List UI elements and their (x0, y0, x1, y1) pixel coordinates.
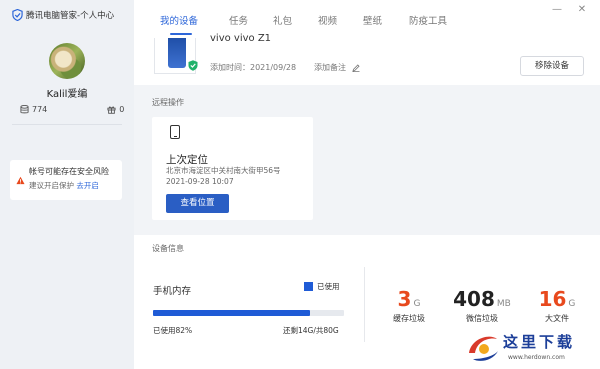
close-button[interactable]: ✕ (577, 5, 587, 15)
wechat-junk-value: 408 (453, 287, 495, 311)
tab-tasks[interactable]: 任务 (229, 13, 248, 27)
memory-progress-bar (153, 310, 344, 316)
panel-divider (364, 267, 365, 342)
memory-progress-fill (153, 310, 310, 316)
gift-stat[interactable]: 0 (107, 105, 124, 114)
phone-image (168, 38, 186, 68)
app-brand: 腾讯电脑管家-个人中心 (12, 9, 114, 21)
storage-stat[interactable]: 774 (20, 105, 47, 114)
legend-label: 已使用 (317, 282, 340, 291)
cache-junk-unit: G (413, 299, 421, 309)
tab-my-devices[interactable]: 我的设备 (160, 13, 198, 27)
storage-count: 774 (32, 105, 48, 114)
locate-time: 2021-09-28 10:07 (166, 177, 234, 186)
remote-location-card: 上次定位 北京市海淀区中关村南大街甲56号 2021-09-28 10:07 查… (152, 117, 313, 220)
wechat-junk-label: 微信垃圾 (466, 314, 498, 323)
risk-advice: 建议开启保护 (29, 181, 74, 190)
username: Kalil爱编 (46, 89, 88, 100)
risk-subtitle: 建议开启保护 去开启 (29, 180, 109, 191)
avatar[interactable] (49, 43, 85, 79)
top-nav: 我的设备 任务 礼包 视频 壁纸 防疫工具 — ✕ (134, 0, 600, 38)
edit-pencil-icon (352, 63, 360, 72)
gift-count: 0 (119, 105, 125, 114)
risk-title: 帐号可能存在安全风险 (29, 167, 109, 176)
security-risk-card: 帐号可能存在安全风险 建议开启保护 去开启 (10, 160, 122, 200)
memory-title: 手机内存 (153, 286, 192, 297)
minimize-button[interactable]: — (552, 5, 562, 15)
watermark-text: 这里下载 (503, 333, 576, 351)
cache-junk-value: 3 (397, 287, 412, 311)
app-title: 腾讯电脑管家-个人中心 (26, 11, 115, 21)
add-note-label: 添加备注 (314, 63, 346, 72)
active-tab-indicator (170, 33, 192, 35)
profile-stats: 774 0 (20, 105, 124, 114)
watermark-logo-icon (469, 336, 498, 361)
remote-section-label: 远程操作 (152, 98, 184, 107)
large-files-value: 16 (538, 287, 567, 311)
warning-icon (16, 176, 25, 185)
enable-protection-link[interactable]: 去开启 (76, 181, 99, 190)
cache-junk-label: 缓存垃圾 (393, 314, 425, 323)
add-note-button[interactable]: 添加备注 (314, 62, 360, 73)
device-card: vivo vivo Z1 添加时间：2021/09/28 添加备注 移除设备 (134, 33, 600, 85)
device-name: vivo vivo Z1 (210, 33, 272, 44)
phone-outline-icon (170, 125, 180, 139)
large-files-unit: G (568, 299, 576, 309)
view-location-button[interactable]: 查看位置 (166, 194, 229, 213)
tab-gifts[interactable]: 礼包 (273, 13, 292, 27)
remove-device-button[interactable]: 移除设备 (520, 56, 584, 76)
memory-legend: 已使用 (304, 281, 340, 292)
added-time: 添加时间：2021/09/28 (210, 63, 297, 72)
large-files-metric[interactable]: 16 G 大文件 (530, 288, 584, 324)
watermark: 这里下载 www.herdown.com (463, 327, 598, 369)
database-icon (20, 105, 29, 114)
gift-icon (107, 106, 116, 114)
tab-wallpapers[interactable]: 壁纸 (363, 13, 382, 27)
cache-junk-metric[interactable]: 3G 缓存垃圾 (384, 288, 434, 324)
large-files-label: 大文件 (545, 314, 569, 323)
locate-address: 北京市海淀区中关村南大街甲56号 (166, 166, 281, 175)
sidebar: 腾讯电脑管家-个人中心 Kalil爱编 774 0 帐号可能存在安全风险 建议开… (0, 0, 134, 369)
main-content: vivo vivo Z1 添加时间：2021/09/28 添加备注 移除设备 远… (134, 33, 600, 369)
wechat-junk-unit: MB (496, 299, 511, 309)
shield-logo-icon (12, 9, 23, 21)
watermark-url: www.herdown.com (508, 354, 565, 361)
tab-epidemic-tools[interactable]: 防疫工具 (409, 13, 447, 27)
memory-used-label: 已使用82% (153, 326, 193, 335)
legend-swatch (304, 282, 313, 291)
tab-videos[interactable]: 视频 (318, 13, 337, 27)
memory-remaining-label: 还剩14G/共80G (283, 326, 339, 335)
sidebar-divider (12, 124, 122, 125)
phone-thumbnail (154, 38, 198, 74)
device-info-label: 设备信息 (152, 244, 184, 253)
wechat-junk-metric[interactable]: 408 MB 微信垃圾 (444, 288, 520, 324)
verified-shield-icon (188, 60, 198, 71)
